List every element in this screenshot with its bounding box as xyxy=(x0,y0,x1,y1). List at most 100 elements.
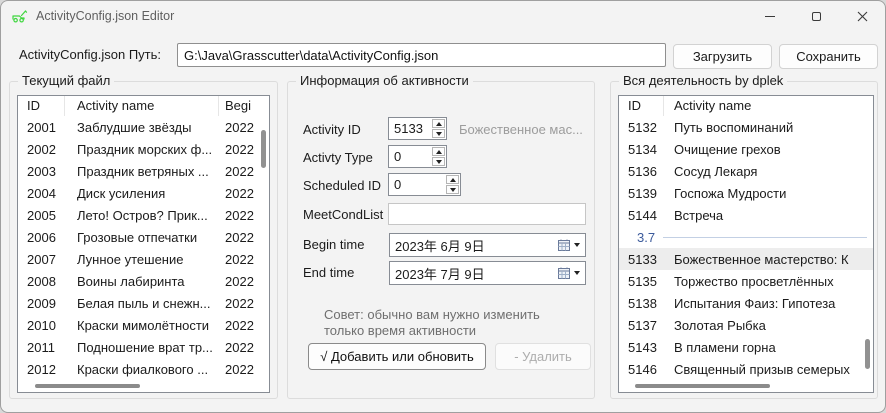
table-row[interactable]: 5136Сосуд Лекаря xyxy=(619,160,873,182)
cell-id: 2009 xyxy=(18,296,65,311)
meetcondlist-label: MeetCondList xyxy=(303,207,383,222)
column-header-id[interactable]: ID xyxy=(18,96,65,116)
scrollbar-thumb[interactable] xyxy=(261,130,266,168)
cell-id: 2008 xyxy=(18,274,65,289)
cell-name: Диск усиления xyxy=(65,186,219,201)
dropdown-icon[interactable] xyxy=(574,271,580,275)
current-file-vertical-scrollbar[interactable] xyxy=(257,117,269,380)
spinner-down-icon[interactable] xyxy=(446,185,459,194)
close-button[interactable] xyxy=(839,1,885,31)
window-title: ActivityConfig.json Editor xyxy=(36,9,174,23)
titlebar: ActivityConfig.json Editor xyxy=(1,1,885,31)
spinner-up-icon[interactable] xyxy=(446,175,459,184)
cell-name: Священный призыв семерых xyxy=(664,362,873,377)
cell-id: 2012 xyxy=(18,362,65,377)
table-row[interactable]: 2004Диск усиления2022 xyxy=(18,182,269,204)
path-input[interactable] xyxy=(177,43,666,67)
column-header-id[interactable]: ID xyxy=(619,96,664,116)
meetcondlist-input[interactable] xyxy=(388,203,586,225)
scheduled-id-label: Scheduled ID xyxy=(303,178,381,193)
table-row[interactable]: 2006Грозовые отпечатки2022 xyxy=(18,226,269,248)
table-row[interactable]: 5139Госпожа Мудрости xyxy=(619,182,873,204)
table-row[interactable]: 2002Праздник морских ф...2022 xyxy=(18,138,269,160)
maximize-icon xyxy=(812,12,821,21)
maximize-button[interactable] xyxy=(793,1,839,31)
cell-id: 5137 xyxy=(619,318,664,333)
cell-name: Краски фиалкового ... xyxy=(65,362,219,377)
end-time-value: 2023年 7月 9日 xyxy=(395,264,558,283)
app-icon xyxy=(11,8,28,24)
dropdown-icon[interactable] xyxy=(574,243,580,247)
table-row[interactable]: 5132Путь воспоминаний xyxy=(619,116,873,138)
spinner-up-icon[interactable] xyxy=(432,147,445,156)
minimize-button[interactable] xyxy=(747,1,793,31)
table-row[interactable]: 2001Заблудшие звёзды2022 xyxy=(18,116,269,138)
activity-id-spinner[interactable]: 5133 xyxy=(388,117,447,140)
group-label: 3.7 xyxy=(619,230,655,245)
table-row[interactable]: 2008Воины лабиринта2022 xyxy=(18,270,269,292)
table-row[interactable]: 2003Праздник ветряных ...2022 xyxy=(18,160,269,182)
cell-name: Встреча xyxy=(664,208,873,223)
begin-time-picker[interactable]: 2023年 6月 9日 xyxy=(389,233,586,257)
save-button[interactable]: Сохранить xyxy=(779,44,878,69)
scrollbar-thumb[interactable] xyxy=(635,384,770,388)
all-activities-list[interactable]: ID Activity name 5132Путь воспоминаний51… xyxy=(618,95,874,393)
spinner-down-icon[interactable] xyxy=(432,157,445,166)
cell-name: Божественное мастерство: К xyxy=(664,252,873,267)
cell-name: Краски мимолётности xyxy=(65,318,219,333)
cell-id: 2006 xyxy=(18,230,65,245)
current-file-horizontal-scrollbar[interactable] xyxy=(18,381,257,392)
table-row[interactable]: 5146Священный призыв семерых xyxy=(619,358,873,380)
activity-type-spinner[interactable]: 0 xyxy=(388,145,447,168)
cell-id: 2002 xyxy=(18,142,65,157)
all-activities-group-title: Вся деятельность by dplek xyxy=(619,73,787,88)
load-button[interactable]: Загрузить xyxy=(673,44,772,69)
table-row[interactable]: 2010Краски мимолётности2022 xyxy=(18,314,269,336)
cell-id: 5144 xyxy=(619,208,664,223)
scrollbar-thumb[interactable] xyxy=(35,384,140,388)
table-row[interactable]: 5144Встреча xyxy=(619,204,873,226)
column-header-begin[interactable]: Begi xyxy=(219,96,269,116)
column-header-activity-name[interactable]: Activity name xyxy=(65,96,219,116)
begin-time-value: 2023年 6月 9日 xyxy=(395,236,558,255)
activity-type-value[interactable]: 0 xyxy=(389,146,431,167)
end-time-picker[interactable]: 2023年 7月 9日 xyxy=(389,261,586,285)
spinner-up-icon[interactable] xyxy=(432,119,445,128)
spinner-down-icon[interactable] xyxy=(432,129,445,138)
cell-id: 5146 xyxy=(619,362,664,377)
cell-id: 5134 xyxy=(619,142,664,157)
scheduled-id-spinner[interactable]: 0 xyxy=(388,173,461,196)
cell-id: 2001 xyxy=(18,120,65,135)
current-file-body: 2001Заблудшие звёзды20222002Праздник мор… xyxy=(18,116,269,383)
cell-id: 2007 xyxy=(18,252,65,267)
table-row[interactable]: 5138Испытания Фаиз: Гипотеза xyxy=(619,292,873,314)
table-row[interactable]: 2009Белая пыль и снежн...2022 xyxy=(18,292,269,314)
table-row[interactable]: 5134Очищение грехов xyxy=(619,138,873,160)
column-header-activity-name[interactable]: Activity name xyxy=(664,96,873,116)
cell-name: Белая пыль и снежн... xyxy=(65,296,219,311)
scheduled-id-value[interactable]: 0 xyxy=(389,174,445,195)
table-row[interactable]: 2011Подношение врат тр...2022 xyxy=(18,336,269,358)
table-row[interactable]: 2012Краски фиалкового ...2022 xyxy=(18,358,269,380)
table-row[interactable]: 2005Лето! Остров? Прик...2022 xyxy=(18,204,269,226)
table-row[interactable]: 2007Лунное утешение2022 xyxy=(18,248,269,270)
group-line xyxy=(663,237,867,238)
cell-id: 5132 xyxy=(619,120,664,135)
add-or-update-button[interactable]: √ Добавить или обновить xyxy=(308,343,486,370)
current-file-list[interactable]: ID Activity name Begi 2001Заблудшие звёз… xyxy=(17,95,270,393)
minimize-icon xyxy=(765,16,775,17)
table-row[interactable]: 5135Торжество просветлённых xyxy=(619,270,873,292)
table-row[interactable]: 5143В пламени горна xyxy=(619,336,873,358)
table-row[interactable]: 5137Золотая Рыбка xyxy=(619,314,873,336)
scrollbar-thumb[interactable] xyxy=(865,339,870,369)
all-activities-vertical-scrollbar[interactable] xyxy=(861,117,873,380)
cell-name: Торжество просветлённых xyxy=(664,274,873,289)
cell-name: Лунное утешение xyxy=(65,252,219,267)
cell-id: 5139 xyxy=(619,186,664,201)
cell-name: Лето! Остров? Прик... xyxy=(65,208,219,223)
activity-type-label: Activty Type xyxy=(303,150,373,165)
activity-id-value[interactable]: 5133 xyxy=(389,118,431,139)
all-activities-horizontal-scrollbar[interactable] xyxy=(619,381,861,392)
current-file-header: ID Activity name Begi xyxy=(18,96,269,116)
table-row[interactable]: 5133Божественное мастерство: К xyxy=(619,248,873,270)
